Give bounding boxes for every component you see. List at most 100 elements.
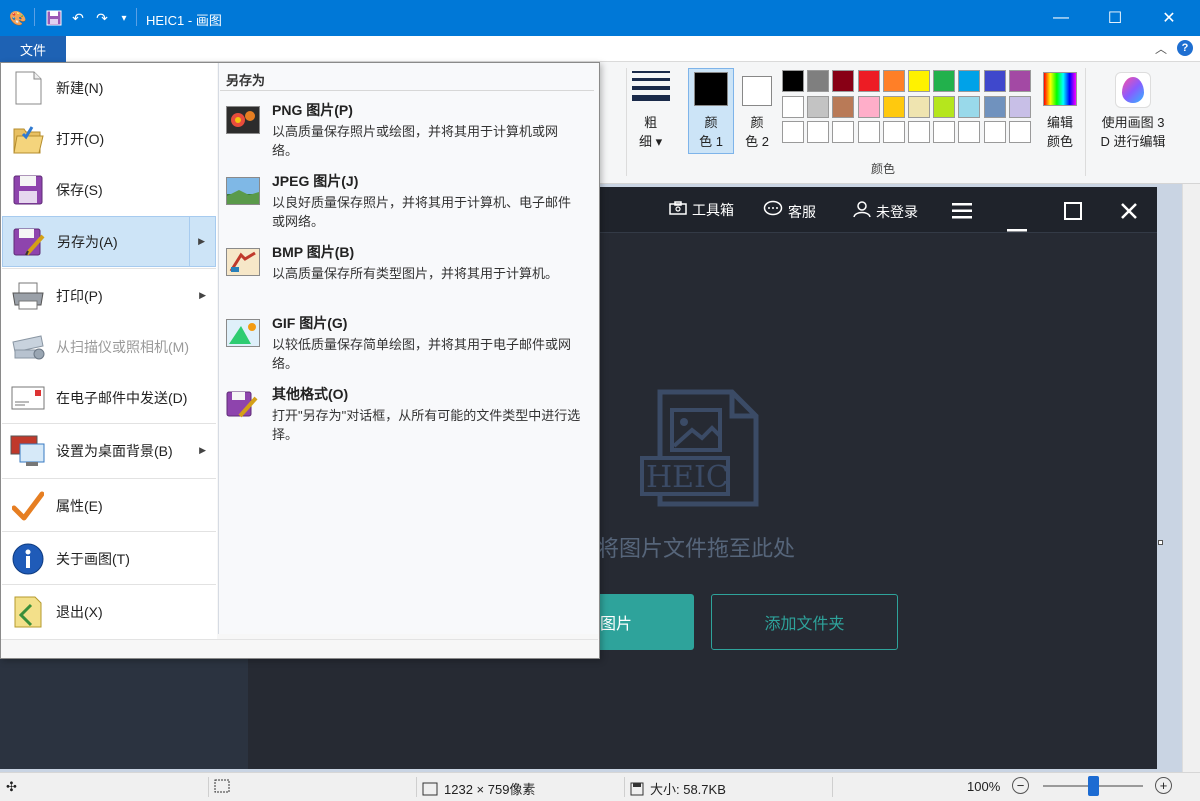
palette-swatch[interactable] (882, 70, 905, 92)
desktop-background-icon (10, 433, 46, 469)
jpeg-icon (226, 177, 260, 205)
minimize-button[interactable]: — (1038, 0, 1084, 36)
disk-icon (630, 782, 644, 795)
customize-icon[interactable]: ▾ (114, 8, 134, 28)
palette-swatch[interactable] (857, 121, 880, 143)
paint3d-label[interactable]: 使用画图 3 D 进行编辑 (1092, 113, 1174, 151)
palette-swatch[interactable] (807, 95, 830, 118)
palette-swatch[interactable] (958, 121, 981, 143)
save-as-jpeg[interactable]: JPEG 图片(J) 以良好质量保存照片，并将其用于计算机、电子邮件或网络。 (226, 171, 586, 235)
chat-icon (763, 200, 783, 223)
palette-swatch[interactable] (983, 95, 1006, 118)
thickness-label[interactable]: 粗 细 ▾ (639, 113, 662, 151)
vertical-scrollbar[interactable] (1182, 184, 1200, 772)
thickness-icon[interactable] (632, 71, 674, 106)
menu-item-save[interactable]: 保存(S) (2, 164, 216, 215)
palette-swatch[interactable] (983, 70, 1006, 92)
color2-label: 颜 色 2 (745, 115, 769, 149)
window-title: HEIC1 - 画图 (146, 13, 222, 28)
palette-swatch[interactable] (933, 121, 956, 143)
palette-swatch[interactable] (1008, 70, 1031, 92)
menu-item-email[interactable]: 在电子邮件中发送(D) (2, 372, 216, 423)
new-file-icon (10, 70, 46, 106)
edit-colors-label[interactable]: 编辑 颜色 (1040, 113, 1080, 151)
palette-swatch[interactable] (983, 121, 1006, 143)
title-separator (34, 8, 35, 26)
save-as-other-formats[interactable]: 其他格式(O) 打开"另存为"对话框，从所有可能的文件类型中进行选择。 (226, 384, 586, 448)
save-as-png[interactable]: PNG 图片(P) 以高质量保存照片或绘图，并将其用于计算机或网络。 (226, 100, 586, 164)
file-size: 大小: 58.7KB (630, 779, 726, 798)
palette-swatch[interactable] (933, 70, 956, 92)
palette-swatch[interactable] (857, 95, 880, 118)
user-icon (853, 200, 871, 223)
app-minimize-icon (1007, 212, 1027, 238)
title-bar: 🎨 ↶ ↷ ▾ HEIC1 - 画图 — ☐ ✕ (0, 0, 1200, 36)
other-formats-title: 其他格式(O) (272, 386, 349, 402)
bmp-icon (226, 248, 260, 276)
bmp-desc: 以高质量保存所有类型图片，并将其用于计算机。 (272, 266, 559, 281)
paint3d-icon[interactable] (1115, 72, 1151, 108)
palette-swatch[interactable] (807, 70, 830, 92)
palette-swatch[interactable] (832, 95, 855, 118)
add-folder-button: 添加文件夹 (711, 594, 898, 650)
submenu-arrow-icon: ▶ (199, 290, 206, 300)
palette-swatch[interactable] (958, 95, 981, 118)
palette-swatch[interactable] (933, 95, 956, 118)
colors-group-label: 颜色 (871, 162, 896, 176)
color1-label: 颜 色 1 (699, 115, 723, 149)
palette-swatch[interactable] (882, 121, 905, 143)
palette-swatch[interactable] (782, 70, 804, 92)
menu-item-new[interactable]: 新建(N) (2, 62, 216, 113)
color2-swatch[interactable] (742, 76, 772, 106)
gif-icon (226, 319, 260, 347)
palette-swatch[interactable] (857, 70, 880, 92)
open-folder-icon (10, 121, 46, 157)
png-desc: 以高质量保存照片或绘图，并将其用于计算机或网络。 (272, 124, 559, 158)
paint-app-icon[interactable]: 🎨 (8, 8, 28, 28)
palette-swatch[interactable] (908, 121, 930, 143)
palette-swatch[interactable] (807, 121, 830, 143)
scanner-icon (10, 329, 46, 365)
palette-swatch[interactable] (832, 70, 855, 92)
menu-item-properties[interactable]: 属性(E) (2, 480, 216, 531)
submenu-arrow-icon[interactable]: ▶ (198, 236, 205, 247)
help-icon[interactable]: ? (1177, 40, 1193, 56)
palette-swatch[interactable] (882, 95, 905, 118)
palette-swatch[interactable] (908, 70, 930, 92)
menu-item-open[interactable]: 打开(O) (2, 113, 216, 164)
palette-swatch[interactable] (908, 95, 930, 118)
save-icon[interactable] (44, 8, 64, 28)
menu-item-save-as[interactable]: 另存为(A) ▶ (2, 216, 216, 267)
zoom-level: 100% (967, 779, 1001, 794)
palette-swatch[interactable] (782, 121, 804, 143)
zoom-slider-thumb[interactable] (1088, 776, 1099, 796)
save-as-bmp[interactable]: BMP 图片(B) 以高质量保存所有类型图片，并将其用于计算机。 (226, 242, 586, 306)
palette-swatch[interactable] (832, 121, 855, 143)
redo-icon[interactable]: ↷ (92, 8, 112, 28)
close-button[interactable]: ✕ (1146, 0, 1192, 36)
menu-item-print[interactable]: 打印(P) ▶ (2, 270, 216, 321)
palette-swatch[interactable] (1008, 95, 1031, 118)
menu-item-desktop-background[interactable]: 设置为桌面背景(B) ▶ (2, 425, 216, 476)
save-as-gif[interactable]: GIF 图片(G) 以较低质量保存简单绘图，并将其用于电子邮件或网络。 (226, 313, 586, 377)
menu-divider (2, 531, 216, 532)
zoom-in-button[interactable]: + (1155, 777, 1172, 794)
file-tab[interactable]: 文件 (0, 36, 66, 62)
app-maximize-icon (1064, 200, 1082, 226)
menu-item-exit[interactable]: 退出(X) (2, 586, 216, 637)
app-close-icon (1120, 200, 1138, 226)
cursor-position-icon: ✣ (6, 779, 17, 794)
palette-swatch[interactable] (782, 95, 804, 118)
other-formats-icon (226, 390, 260, 418)
login-button: 未登录 (853, 200, 918, 223)
undo-icon[interactable]: ↶ (68, 8, 88, 28)
gif-desc: 以较低质量保存简单绘图，并将其用于电子邮件或网络。 (272, 337, 572, 371)
maximize-button[interactable]: ☐ (1092, 0, 1138, 36)
zoom-out-button[interactable]: − (1012, 777, 1029, 794)
palette-swatch[interactable] (958, 70, 981, 92)
menu-item-about[interactable]: 关于画图(T) (2, 533, 216, 584)
ribbon-collapse-icon[interactable]: ︿ (1155, 40, 1167, 57)
palette-swatch[interactable] (1008, 121, 1031, 143)
canvas-resize-handle[interactable] (1158, 540, 1163, 545)
edit-colors-icon[interactable] (1043, 72, 1077, 106)
